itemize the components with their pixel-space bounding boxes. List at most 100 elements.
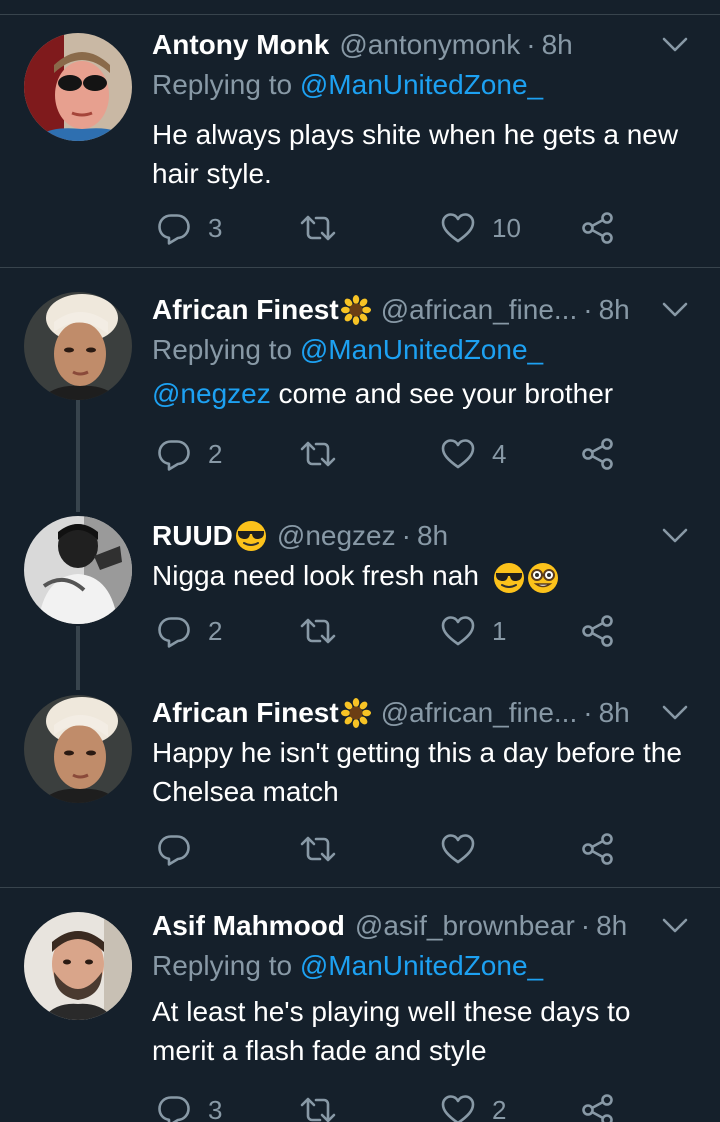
timestamp[interactable]: 8h	[596, 910, 627, 942]
share-icon	[580, 831, 616, 867]
reply-button[interactable]: 3	[156, 1088, 222, 1122]
replying-to-label: Replying to	[152, 334, 293, 365]
share-button[interactable]	[580, 609, 616, 653]
author-name[interactable]: RUUD	[152, 520, 233, 552]
like-count: 1	[492, 615, 507, 646]
thread-line	[76, 400, 80, 512]
like-icon	[440, 613, 476, 649]
timestamp[interactable]: 8h	[417, 520, 448, 552]
like-icon	[440, 1092, 476, 1122]
avatar[interactable]	[24, 695, 132, 803]
sunflower-icon	[341, 295, 371, 325]
replying-to-line: Replying to @ManUnitedZone_	[152, 946, 692, 986]
avatar[interactable]	[24, 292, 132, 400]
tweet-actions	[152, 827, 612, 871]
reply-button[interactable]: 2	[156, 432, 222, 476]
chevron-down-icon[interactable]	[658, 31, 692, 59]
chevron-down-icon[interactable]	[658, 699, 692, 727]
retweet-icon	[298, 1092, 338, 1122]
retweet-button[interactable]	[298, 827, 354, 871]
tweet-text: Happy he isn't getting this a day before…	[152, 737, 682, 807]
retweet-icon	[298, 613, 338, 649]
mention-link[interactable]: @negzez	[152, 378, 271, 409]
retweet-icon	[298, 210, 338, 246]
author-name[interactable]: African Finest	[152, 697, 339, 729]
author-name[interactable]: Asif Mahmood	[152, 910, 345, 942]
smiling-face-with-sunglasses-icon	[235, 520, 267, 552]
retweet-icon	[298, 436, 338, 472]
replying-to-link[interactable]: @ManUnitedZone_	[300, 950, 543, 981]
author-handle[interactable]: @african_fine...	[381, 294, 578, 326]
sunflower-icon	[341, 698, 371, 728]
reply-icon	[156, 831, 192, 867]
like-icon	[440, 831, 476, 867]
replying-to-label: Replying to	[152, 69, 293, 100]
like-button[interactable]: 1	[440, 609, 506, 653]
reply-icon	[156, 210, 192, 246]
reply-count: 2	[208, 615, 223, 646]
reply-count: 3	[208, 1094, 223, 1122]
separator-dot: ·	[583, 294, 593, 325]
tweet-actions: 3 2	[152, 1088, 612, 1122]
tweet-text: Nigga need look fresh nah	[152, 556, 692, 595]
nerd-face-icon	[527, 562, 559, 594]
reply-icon	[156, 613, 192, 649]
author-name[interactable]: Antony Monk	[152, 29, 329, 61]
author-handle[interactable]: @african_fine...	[381, 697, 578, 729]
separator-dot: ·	[583, 697, 593, 728]
separator-dot: ·	[580, 910, 591, 941]
retweet-button[interactable]	[298, 432, 354, 476]
like-button[interactable]	[440, 827, 492, 871]
tweet-text: @negzez come and see your brother	[152, 374, 692, 413]
like-count: 4	[492, 438, 507, 469]
separator-dot: ·	[401, 520, 411, 551]
divider	[0, 887, 720, 888]
author-handle[interactable]: @antonymonk	[339, 29, 520, 61]
author-name[interactable]: African Finest	[152, 294, 339, 326]
timestamp[interactable]: 8h	[599, 294, 630, 326]
timestamp[interactable]: 8h	[542, 29, 573, 61]
avatar[interactable]	[24, 33, 132, 141]
like-button[interactable]: 10	[440, 206, 521, 250]
chevron-down-icon[interactable]	[658, 912, 692, 940]
chevron-down-icon[interactable]	[658, 522, 692, 550]
avatar[interactable]	[24, 912, 132, 1020]
reply-button[interactable]	[156, 827, 208, 871]
retweet-icon	[298, 831, 338, 867]
reply-count: 3	[208, 212, 223, 243]
avatar[interactable]	[24, 516, 132, 624]
chevron-down-icon[interactable]	[658, 296, 692, 324]
share-button[interactable]	[580, 432, 616, 476]
smiling-face-with-sunglasses-icon	[493, 562, 525, 594]
reply-icon	[156, 436, 192, 472]
timestamp[interactable]: 8h	[599, 697, 630, 729]
replying-to-label: Replying to	[152, 950, 293, 981]
replying-to-link[interactable]: @ManUnitedZone_	[300, 334, 543, 365]
replying-to-link[interactable]: @ManUnitedZone_	[300, 69, 543, 100]
share-button[interactable]	[580, 206, 616, 250]
author-handle[interactable]: @negzez	[277, 520, 396, 552]
retweet-button[interactable]	[298, 1088, 354, 1122]
share-button[interactable]	[580, 1088, 616, 1122]
retweet-button[interactable]	[298, 206, 354, 250]
like-icon	[440, 210, 476, 246]
share-icon	[580, 210, 616, 246]
share-button[interactable]	[580, 827, 616, 871]
like-button[interactable]: 4	[440, 432, 506, 476]
replying-to-line: Replying to @ManUnitedZone_	[152, 65, 692, 105]
author-handle[interactable]: @asif_brownbear	[355, 910, 575, 942]
like-button[interactable]: 2	[440, 1088, 506, 1122]
tweet-text-body: come and see your brother	[270, 378, 614, 409]
share-icon	[580, 436, 616, 472]
retweet-button[interactable]	[298, 609, 354, 653]
tweet-text-body: Nigga need look fresh nah	[152, 560, 479, 591]
reply-button[interactable]: 3	[156, 206, 222, 250]
like-count: 2	[492, 1094, 507, 1122]
tweet-actions: 3 10	[152, 206, 612, 250]
separator-dot: ·	[526, 29, 536, 60]
tweet-actions: 2 4	[152, 432, 612, 476]
tweet-text: He always plays shite when he gets a new…	[152, 119, 679, 189]
share-icon	[580, 1092, 616, 1122]
thread-line	[76, 626, 80, 690]
reply-button[interactable]: 2	[156, 609, 222, 653]
